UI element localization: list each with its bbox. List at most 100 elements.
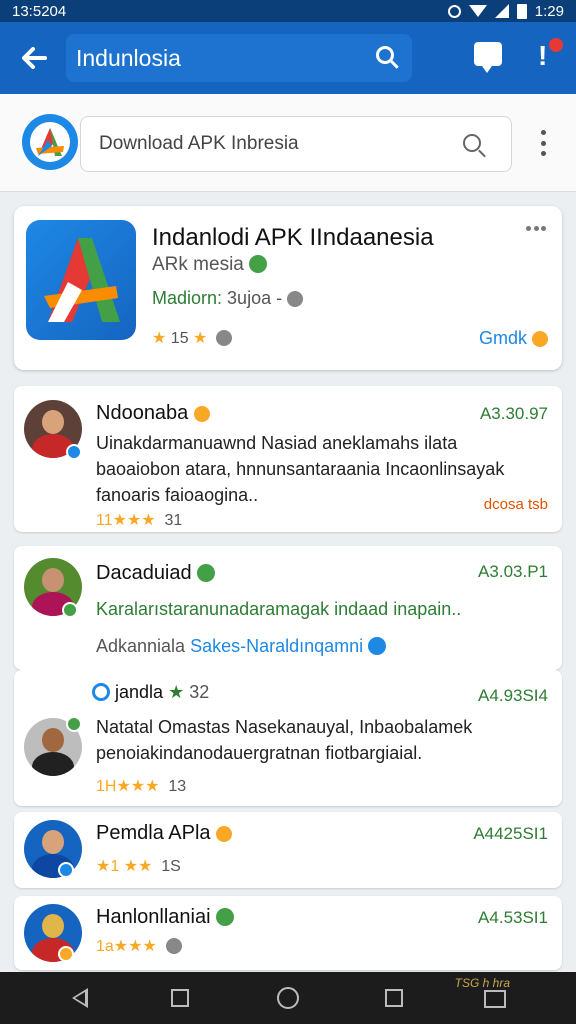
review-date: A4425SI1 — [473, 824, 548, 843]
review-footer-prefix: Adkanniala — [96, 636, 186, 656]
review-text: Natatal Omastas Nasekanauyal, Inbaobalam… — [96, 717, 473, 763]
verified-icon — [249, 255, 268, 273]
search-row: Download APK Inbresia — [0, 94, 576, 192]
review-count: 1S — [161, 858, 181, 875]
chat-icon[interactable] — [474, 42, 502, 73]
signal-icon — [494, 4, 509, 18]
app-action-label: Gmdk — [478, 328, 527, 348]
star-icon: ★ — [193, 330, 208, 347]
more-options-icon[interactable] — [536, 130, 550, 156]
status-icons: 1:29 — [447, 2, 564, 20]
review-item[interactable]: Ndoonaba A3.30.97 Uinakdarmanuawnd Nasia… — [14, 386, 562, 532]
a-logo-icon — [44, 238, 120, 322]
logo-a-icon — [36, 128, 64, 156]
review-text: Karalarıstaranunadaramagak indaad inapai… — [96, 599, 462, 619]
app-action-button[interactable]: Gmdk — [479, 328, 548, 349]
reviews-list: Ndoonaba A3.30.97 Uinakdarmanuawnd Nasia… — [14, 386, 562, 970]
status-time-left: 13:5204 — [12, 2, 67, 20]
review-rating: 1a★★★ — [96, 936, 182, 956]
name-count: 32 — [189, 682, 210, 702]
review-rating: 11★★★ 31 — [96, 510, 182, 530]
review-item[interactable]: Pemdla APla A4425SI1 ★1 ★★ 1S — [14, 812, 562, 888]
app-bar-search-text: Indunlosia — [76, 44, 181, 71]
wifi-icon — [468, 5, 487, 17]
nav-window-icon[interactable] — [484, 990, 506, 1008]
reviewer-name-text: Hanlonllaniai — [96, 906, 211, 928]
system-nav-bar: TSG h hra — [0, 972, 576, 1024]
app-category-text: Madiorn: — [152, 288, 223, 308]
app-card[interactable]: Indanlodi APK IIndaanesia ARk mesia Madi… — [14, 206, 562, 370]
review-item[interactable]: Dacaduiad A3.03.P1 Karalarıstaranunadara… — [14, 546, 562, 670]
reviewer-name: Ndoonaba — [96, 402, 210, 425]
app-logo — [22, 114, 78, 170]
review-stars: ★1 ★★ — [96, 858, 153, 875]
reviewer-name: jandla ★ 32 — [92, 682, 210, 703]
card-more-icon[interactable] — [526, 226, 546, 232]
status-bar: 13:5204 1:29 — [0, 0, 576, 22]
review-text: Uinakdarmanuawnd Nasiad aneklamahs ilata… — [96, 433, 505, 505]
review-date: A4.93SI4 — [478, 686, 548, 705]
back-button[interactable] — [10, 34, 58, 82]
reviewer-name-text: jandla — [115, 682, 164, 702]
badge-icon — [532, 331, 548, 347]
globe-icon — [216, 330, 233, 346]
avatar-badge-icon — [58, 946, 74, 962]
app-bar: Indunlosia ! — [0, 22, 576, 94]
nav-square-icon[interactable] — [171, 989, 189, 1007]
app-bar-search[interactable]: Indunlosia — [66, 34, 412, 82]
app-rating: ★ 15 ★ — [152, 328, 233, 348]
battery-icon — [516, 3, 527, 19]
globe-icon — [287, 291, 304, 307]
nav-back-icon[interactable] — [72, 988, 88, 1008]
review-item[interactable]: Hanlonllaniai A4.53SI1 1a★★★ — [14, 896, 562, 970]
reviewer-name-text: Ndoonaba — [96, 402, 189, 424]
alarm-icon — [447, 4, 461, 18]
review-footer-link[interactable]: Sakes-Naraldınqamni — [190, 636, 363, 656]
verified-icon — [368, 637, 387, 655]
review-stars: 11★★★ — [96, 512, 156, 529]
app-rating-value: 15 — [170, 330, 189, 347]
search-input-text: Download APK Inbresia — [99, 133, 299, 154]
review-footer: Adkanniala Sakes-Naraldınqamni — [96, 636, 387, 657]
review-tag: dcosa tsb — [483, 496, 548, 513]
verified-icon — [197, 564, 216, 582]
alert-icon[interactable]: ! — [538, 40, 547, 72]
star-icon: ★ — [152, 330, 167, 347]
reviewer-name-text: Pemdla APla — [96, 822, 211, 844]
badge-icon — [216, 826, 233, 842]
app-icon — [26, 220, 136, 340]
notification-badge — [549, 38, 563, 52]
review-stars: 1H★★★ — [96, 778, 160, 795]
verified-icon — [216, 908, 235, 926]
review-count: 13 — [168, 778, 187, 795]
review-rating: 1H★★★ 13 — [96, 776, 186, 796]
nav-recents-icon[interactable] — [385, 989, 403, 1007]
search-icon[interactable] — [376, 46, 394, 64]
reviewer-name-text: Dacaduiad — [96, 562, 192, 584]
app-title: Indanlodi APK IIndaanesia — [152, 224, 434, 251]
app-developer-text: ARk mesia — [152, 254, 244, 275]
globe-icon — [165, 938, 182, 954]
nav-home-icon[interactable] — [277, 987, 299, 1009]
review-item[interactable]: jandla ★ 32 A4.93SI4 Natatal Omastas Nas… — [14, 670, 562, 806]
app-category: Madiorn: 3ujoa - — [152, 288, 304, 309]
reviewer-name: Dacaduiad — [96, 562, 216, 585]
status-time-right: 1:29 — [534, 2, 564, 20]
review-date: A4.53SI1 — [478, 908, 548, 927]
avatar-badge-icon — [58, 862, 74, 878]
reviewer-name: Pemdla APla — [96, 822, 233, 845]
avatar-badge-icon — [66, 444, 82, 460]
avatar-badge-icon — [62, 602, 78, 618]
avatar-badge-icon — [66, 716, 82, 732]
name-star: ★ — [168, 682, 185, 702]
review-rating: ★1 ★★ 1S — [96, 856, 181, 876]
review-count: 31 — [164, 512, 183, 529]
search-input[interactable]: Download APK Inbresia — [80, 116, 512, 172]
review-date: A3.30.97 — [479, 404, 548, 423]
search-icon[interactable] — [463, 134, 481, 152]
online-icon — [92, 683, 110, 701]
badge-icon — [193, 406, 210, 422]
watermark: TSG h hra — [454, 976, 510, 990]
back-arrow-icon — [22, 47, 47, 69]
app-developer: ARk mesia — [152, 254, 268, 276]
